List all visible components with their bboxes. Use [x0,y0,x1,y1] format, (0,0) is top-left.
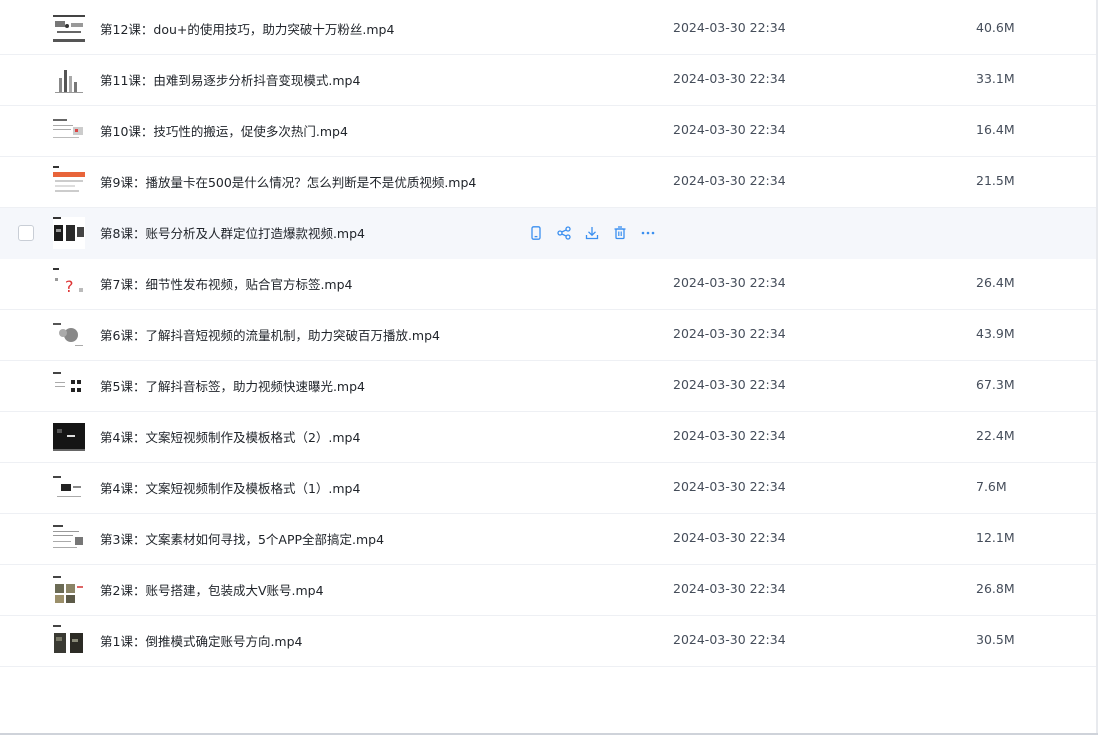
file-row[interactable]: 第5课：了解抖音标签，助力视频快速曝光.mp4 2024-03-30 22:34 6… [0,361,1098,412]
phone-icon [529,226,543,240]
file-name[interactable]: 第3课：文案素材如何寻找，5个APP全部搞定.mp4 [100,529,384,548]
video-thumbnail[interactable] [53,115,85,147]
file-name[interactable]: 第6课：了解抖音短视频的流量机制，助力突破百万播放.mp4 [100,325,440,344]
share-button[interactable] [555,224,573,242]
modified-date: 2024-03-30 22:34 [673,71,786,86]
file-name[interactable]: 第11课：由难到易逐步分析抖音变现模式.mp4 [100,70,360,89]
file-size: 33.1M [976,71,1015,86]
video-thumbnail[interactable] [53,574,85,606]
file-row[interactable]: 第1课：倒推模式确定账号方向.mp4 2024-03-30 22:34 30.5M [0,616,1098,667]
file-size: 40.6M [976,20,1015,35]
video-thumbnail[interactable] [53,421,85,453]
video-thumbnail[interactable] [53,217,85,249]
file-row[interactable]: 第3课：文案素材如何寻找，5个APP全部搞定.mp4 2024-03-30 22:… [0,514,1098,565]
delete-button[interactable] [611,224,629,242]
modified-date: 2024-03-30 22:34 [673,326,786,341]
file-name[interactable]: 第12课：dou+的使用技巧，助力突破十万粉丝.mp4 [100,19,394,38]
video-thumbnail[interactable] [53,523,85,555]
more-button[interactable] [639,224,657,242]
download-icon [585,226,599,240]
file-size: 21.5M [976,173,1015,188]
download-button[interactable] [583,224,601,242]
file-size: 30.5M [976,632,1015,647]
file-name[interactable]: 第10课：技巧性的搬运，促使多次热门.mp4 [100,121,348,140]
video-thumbnail[interactable] [53,370,85,402]
share-icon [557,226,571,240]
video-thumbnail[interactable] [53,625,85,657]
video-thumbnail[interactable] [53,319,85,351]
file-size: 22.4M [976,428,1015,443]
file-name[interactable]: 第1课：倒推模式确定账号方向.mp4 [100,631,303,650]
modified-date: 2024-03-30 22:34 [673,581,786,596]
more-icon [640,226,656,240]
modified-date: 2024-03-30 22:34 [673,173,786,188]
file-name[interactable]: 第7课：细节性发布视频，贴合官方标签.mp4 [100,274,353,293]
file-name[interactable]: 第4课：文案短视频制作及模板格式（2）.mp4 [100,427,360,446]
file-row[interactable]: 第10课：技巧性的搬运，促使多次热门.mp4 2024-03-30 22:34 16… [0,106,1098,157]
file-name[interactable]: 第4课：文案短视频制作及模板格式（1）.mp4 [100,478,360,497]
file-row[interactable]: 第11课：由难到易逐步分析抖音变现模式.mp4 2024-03-30 22:34 3… [0,55,1098,106]
file-row[interactable]: 第4课：文案短视频制作及模板格式（1）.mp4 2024-03-30 22:34 7… [0,463,1098,514]
file-row[interactable]: 第4课：文案短视频制作及模板格式（2）.mp4 2024-03-30 22:34 2… [0,412,1098,463]
file-size: 26.4M [976,275,1015,290]
file-row[interactable]: 第2课：账号搭建，包装成大V账号.mp4 2024-03-30 22:34 26.8… [0,565,1098,616]
video-thumbnail[interactable] [53,13,85,45]
video-thumbnail[interactable] [53,472,85,504]
open-on-phone-button[interactable] [527,224,545,242]
modified-date: 2024-03-30 22:34 [673,275,786,290]
file-name[interactable]: 第5课：了解抖音标签，助力视频快速曝光.mp4 [100,376,365,395]
modified-date: 2024-03-30 22:34 [673,479,786,494]
file-row[interactable]: ? 第7课：细节性发布视频，贴合官方标签.mp4 2024-03-30 22:34 2… [0,259,1098,310]
modified-date: 2024-03-30 22:34 [673,20,786,35]
file-name[interactable]: 第9课：播放量卡在500是什么情况？怎么判断是不是优质视频.mp4 [100,172,476,191]
file-row[interactable]: 第8课：账号分析及人群定位打造爆款视频.mp4 [0,208,1098,259]
file-size: 43.9M [976,326,1015,341]
file-size: 16.4M [976,122,1015,137]
video-thumbnail[interactable] [53,64,85,96]
modified-date: 2024-03-30 22:34 [673,632,786,647]
file-size: 12.1M [976,530,1015,545]
file-size: 7.6M [976,479,1007,494]
file-name[interactable]: 第8课：账号分析及人群定位打造爆款视频.mp4 [100,223,365,242]
modified-date: 2024-03-30 22:34 [673,530,786,545]
video-thumbnail[interactable]: ? [53,268,85,300]
svg-text:?: ? [65,277,74,296]
file-size: 67.3M [976,377,1015,392]
file-row[interactable]: 第6课：了解抖音短视频的流量机制，助力突破百万播放.mp4 2024-03-30 … [0,310,1098,361]
row-checkbox[interactable] [18,225,34,241]
file-size: 26.8M [976,581,1015,596]
file-row[interactable]: 第9课：播放量卡在500是什么情况？怎么判断是不是优质视频.mp4 2024-03… [0,157,1098,208]
modified-date: 2024-03-30 22:34 [673,428,786,443]
modified-date: 2024-03-30 22:34 [673,122,786,137]
video-thumbnail[interactable] [53,166,85,198]
file-row[interactable]: 第12课：dou+的使用技巧，助力突破十万粉丝.mp4 2024-03-30 22… [0,4,1098,55]
trash-icon [613,226,627,240]
modified-date: 2024-03-30 22:34 [673,377,786,392]
file-name[interactable]: 第2课：账号搭建，包装成大V账号.mp4 [100,580,324,599]
file-list: 第12课：dou+的使用技巧，助力突破十万粉丝.mp4 2024-03-30 22… [0,4,1098,667]
row-actions [527,224,657,242]
